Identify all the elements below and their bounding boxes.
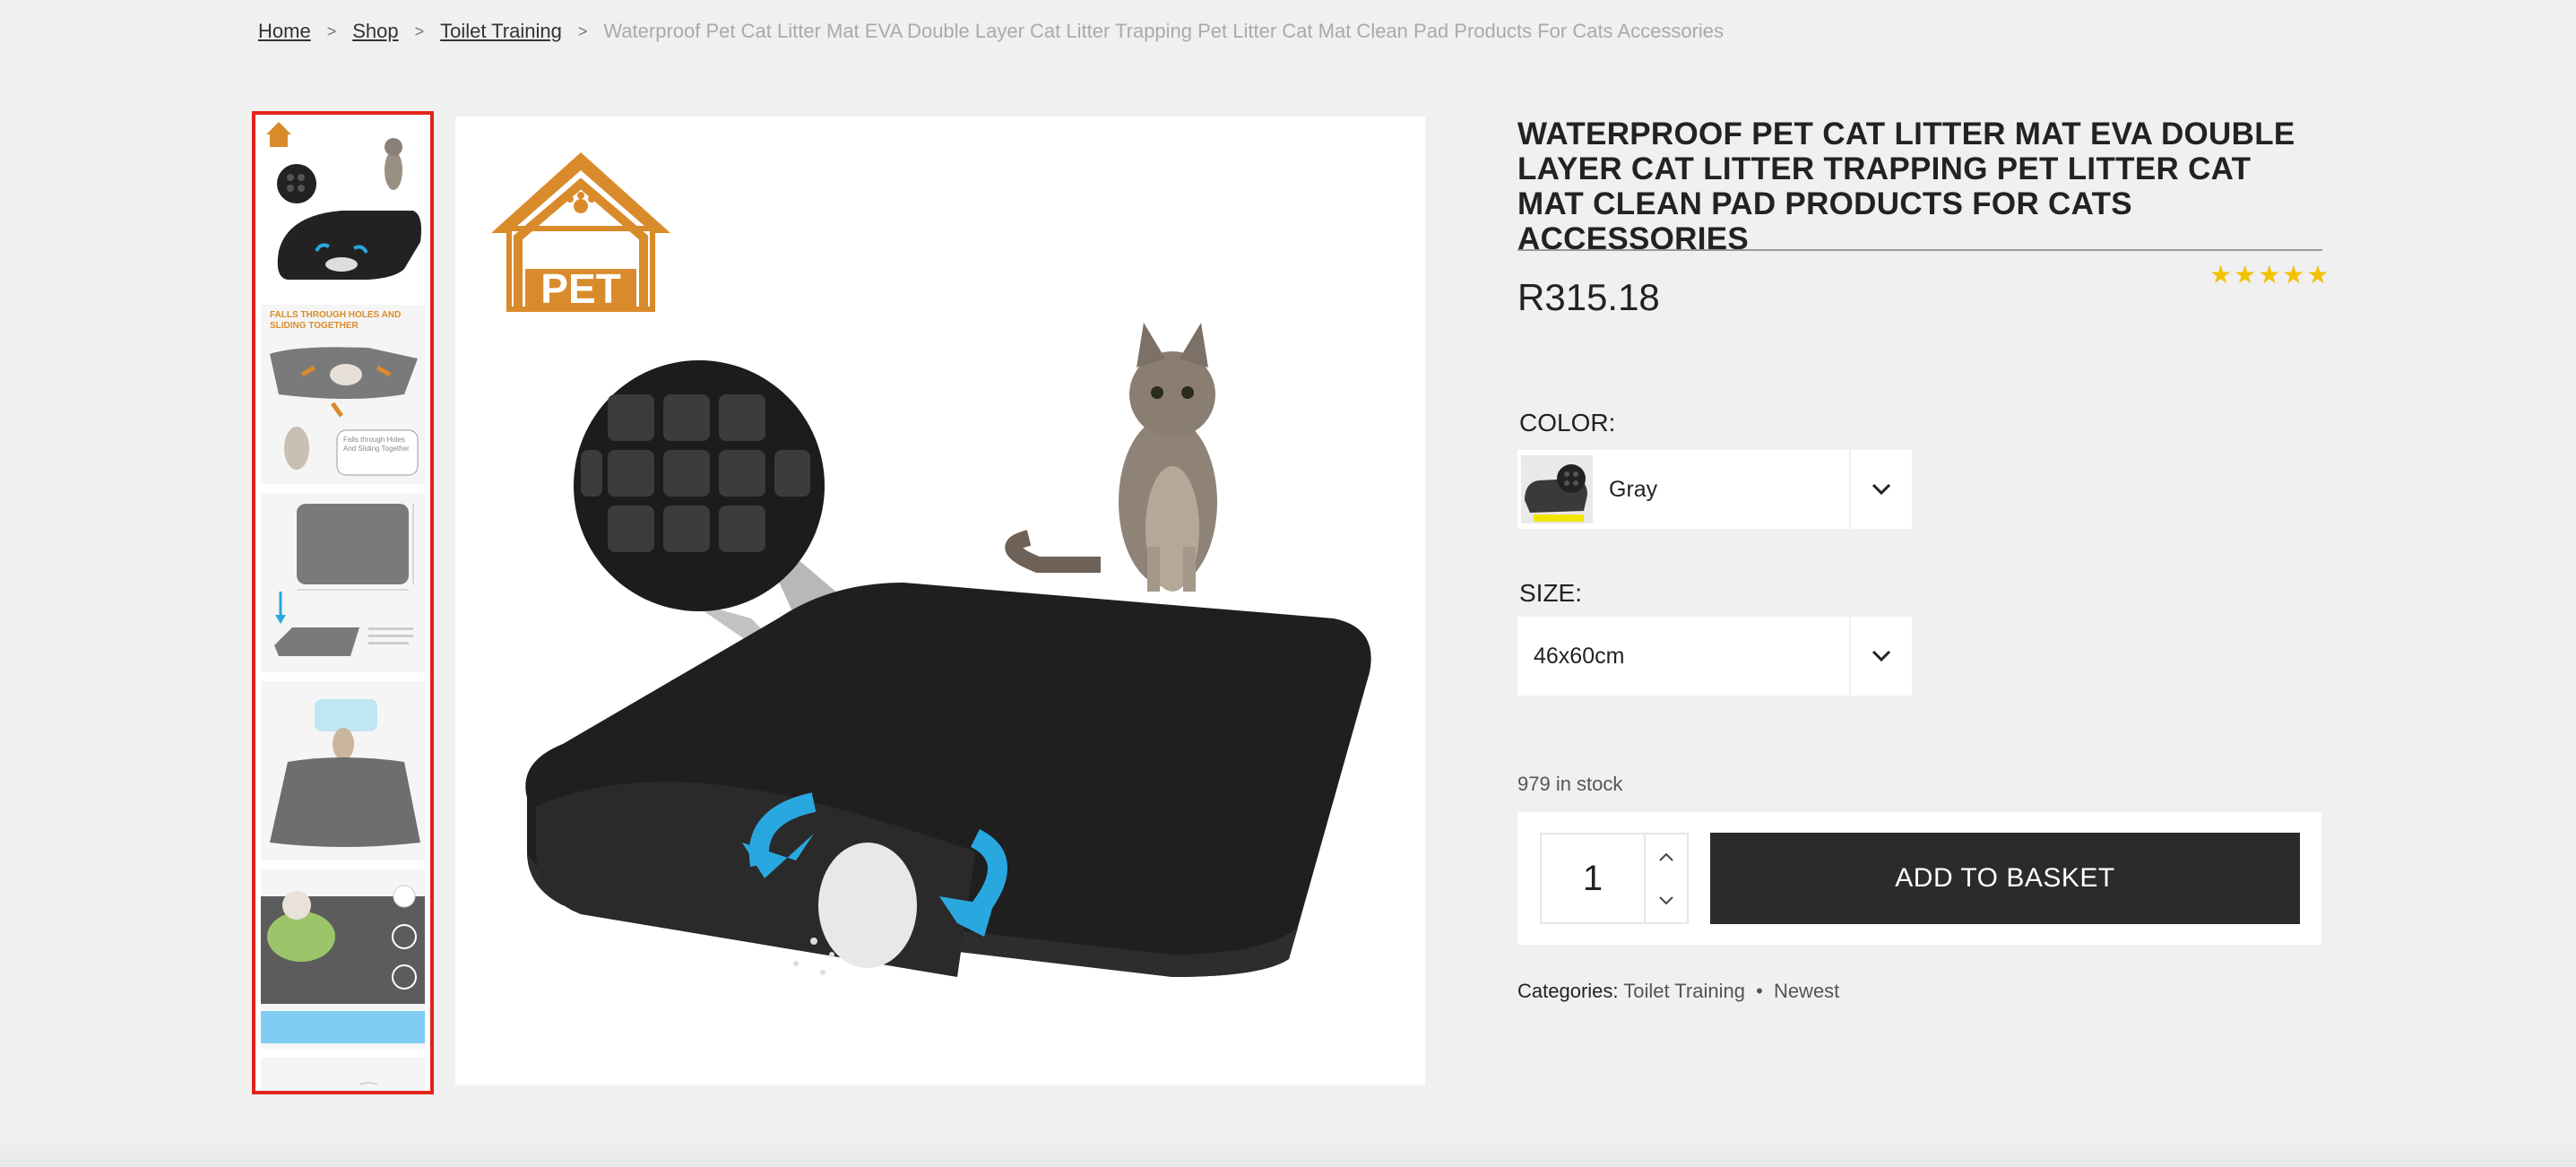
add-to-cart-form: 1 ADD TO BASKET xyxy=(1517,812,2321,945)
title-divider xyxy=(1517,249,2322,251)
chevron-down-icon[interactable] xyxy=(1849,450,1912,529)
breadcrumb-home-link[interactable]: Home xyxy=(258,20,311,43)
main-product-image[interactable]: PET xyxy=(455,117,1425,1085)
size-select-value: 46x60cm xyxy=(1534,643,1625,669)
main-product-illustration: PET xyxy=(455,117,1425,1085)
thumbnail-4-image xyxy=(261,681,425,860)
breadcrumb-current: Waterproof Pet Cat Litter Mat EVA Double… xyxy=(603,20,1725,42)
stock-status: 979 in stock xyxy=(1517,773,1623,795)
chevron-up-icon xyxy=(1659,852,1673,861)
thumbnail-2-heading: FALLS THROUGH HOLES AND SLIDING TOGETHER xyxy=(270,310,402,331)
thumbnail-2-image: FALLS THROUGH HOLES AND SLIDING TOGETHER… xyxy=(261,305,425,484)
breadcrumb-category-link[interactable]: Toilet Training xyxy=(440,20,562,43)
brand-logo-text: PET xyxy=(540,265,620,312)
quantity-increase-button[interactable] xyxy=(1646,834,1687,878)
thumbnail-1-image xyxy=(266,122,421,280)
category-link-newest[interactable]: Newest xyxy=(1774,980,1839,1002)
categories-label: Categories: xyxy=(1517,980,1619,1002)
thumbnail-5-image xyxy=(261,869,425,1049)
thumbnail-6[interactable] xyxy=(261,1058,425,1091)
product-categories: Categories: Toilet Training • Newest xyxy=(1517,980,1839,1003)
color-swatch-image xyxy=(1521,455,1593,523)
quantity-decrease-button[interactable] xyxy=(1646,878,1687,922)
chevron-down-icon[interactable] xyxy=(1849,617,1912,696)
thumbnail-3-image xyxy=(261,493,425,672)
breadcrumb-separator: > xyxy=(577,22,588,40)
rating-stars[interactable]: ★★★★★ xyxy=(2209,260,2331,290)
footer-edge xyxy=(0,1137,2576,1167)
category-link-toilet-training[interactable]: Toilet Training xyxy=(1623,980,1745,1002)
product-title: Waterproof Pet Cat Litter Mat EVA Double… xyxy=(1517,117,2295,256)
add-to-basket-button[interactable]: ADD TO BASKET xyxy=(1710,833,2300,924)
breadcrumb-shop-link[interactable]: Shop xyxy=(352,20,398,43)
thumbnail-2[interactable]: FALLS THROUGH HOLES AND SLIDING TOGETHER… xyxy=(261,305,425,484)
thumbnail-3[interactable] xyxy=(261,493,425,672)
color-label: COLOR: xyxy=(1519,409,1616,437)
breadcrumb-separator: > xyxy=(414,22,425,40)
color-select[interactable]: Gray xyxy=(1517,450,1912,529)
thumbnail-4[interactable] xyxy=(261,681,425,860)
chevron-down-icon xyxy=(1659,895,1673,904)
categories-separator: • xyxy=(1756,980,1763,1002)
thumbnail-gallery[interactable]: FALLS THROUGH HOLES AND SLIDING TOGETHER… xyxy=(252,111,434,1094)
color-select-value: Gray xyxy=(1609,476,1658,502)
size-label: SIZE: xyxy=(1519,579,1583,607)
thumbnail-6-image xyxy=(261,1058,425,1091)
thumbnail-5[interactable] xyxy=(261,869,425,1049)
product-price: R315.18 xyxy=(1517,276,1660,318)
breadcrumb-separator: > xyxy=(326,22,337,40)
thumbnail-2-note: Falls through Holes And Sliding Together xyxy=(343,436,410,453)
thumbnail-1[interactable] xyxy=(261,117,425,296)
quantity-stepper xyxy=(1646,833,1689,924)
size-select[interactable]: 46x60cm xyxy=(1517,617,1912,696)
quantity-input[interactable]: 1 xyxy=(1540,833,1646,924)
breadcrumb: Home > Shop > Toilet Training > Waterpro… xyxy=(258,18,1724,45)
